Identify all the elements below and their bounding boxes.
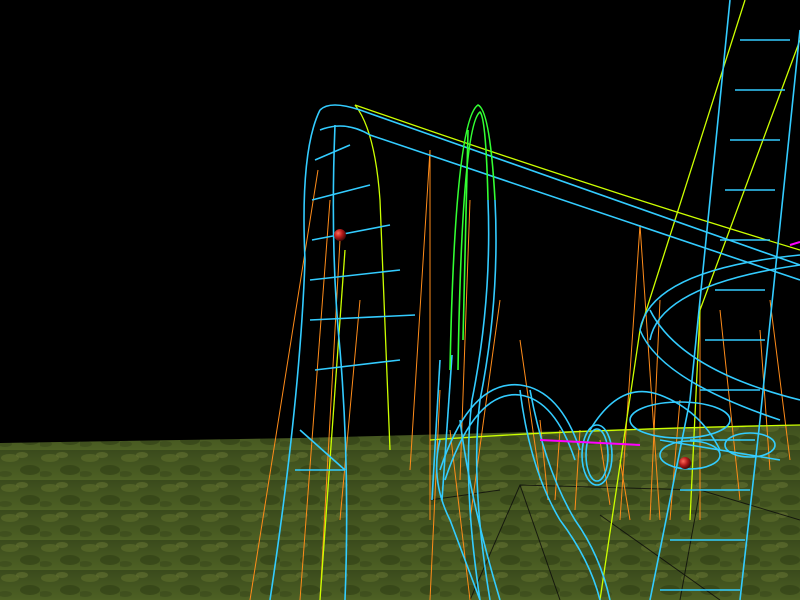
coaster-car-marker[interactable] [334, 229, 346, 241]
scene-canvas[interactable] [0, 0, 800, 600]
3d-viewport[interactable] [0, 0, 800, 600]
coaster-car-marker[interactable] [679, 457, 691, 469]
